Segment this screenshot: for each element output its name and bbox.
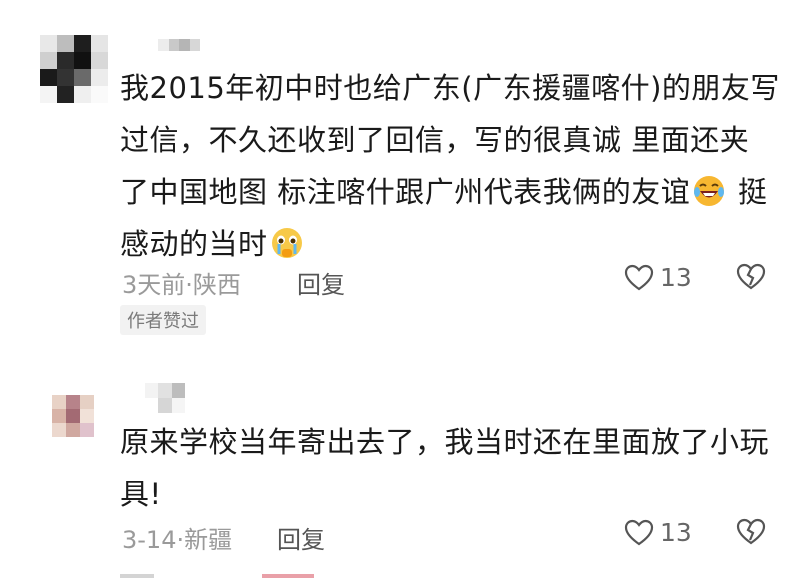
comment-location: 新疆 [184,526,233,554]
like-count: 13 [660,263,692,292]
username[interactable] [158,39,200,51]
comment-line: 具! [120,477,162,511]
username[interactable] [145,383,185,413]
comment-line: 了中国地图 标注喀什跟广州代表我俩的友谊 挺 [120,175,768,209]
broken-heart-icon [736,518,766,545]
comment-date: 3-14 [122,526,177,554]
like-button[interactable]: 13 [624,518,692,547]
dislike-button[interactable] [735,263,767,295]
next-comment-username-peek [262,574,314,578]
author-liked-badge: 作者赞过 [120,305,206,335]
comment-line: 原来学校当年寄出去了，我当时还在里面放了小玩 [120,425,770,459]
next-comment-avatar-peek [120,574,154,578]
reply-button[interactable]: 回复 [277,520,325,555]
like-button[interactable]: 13 [624,263,692,292]
heart-outline-icon [624,519,654,545]
dislike-button[interactable] [735,518,767,550]
laughing-tears-emoji [694,176,725,206]
heart-outline-icon [624,264,654,290]
like-count: 13 [660,518,692,547]
comment-text: 原来学校当年寄出去了，我当时还在里面放了小玩 具! [120,416,769,520]
broken-heart-icon [736,263,766,290]
avatar[interactable] [40,35,108,103]
avatar[interactable] [52,395,94,437]
comment-line: 过信，不久还收到了回信，写的很真诚 里面还夹 [120,123,750,157]
comment-text: 我2015年初中时也给广东(广东援疆喀什)的朋友写 过信，不久还收到了回信，写的… [120,62,780,270]
comment-location: 陕西 [192,271,241,299]
comment-meta: 3天前·陕西 [122,271,241,299]
comment-thread: 我2015年初中时也给广东(广东援疆喀什)的朋友写 过信，不久还收到了回信，写的… [0,0,800,578]
reply-button[interactable]: 回复 [297,265,345,300]
crying-emoji [271,228,302,258]
comment-line: 我2015年初中时也给广东(广东援疆喀什)的朋友写 [120,71,780,105]
comment-date: 3天前 [122,271,186,299]
comment-meta: 3-14·新疆 [122,526,233,554]
